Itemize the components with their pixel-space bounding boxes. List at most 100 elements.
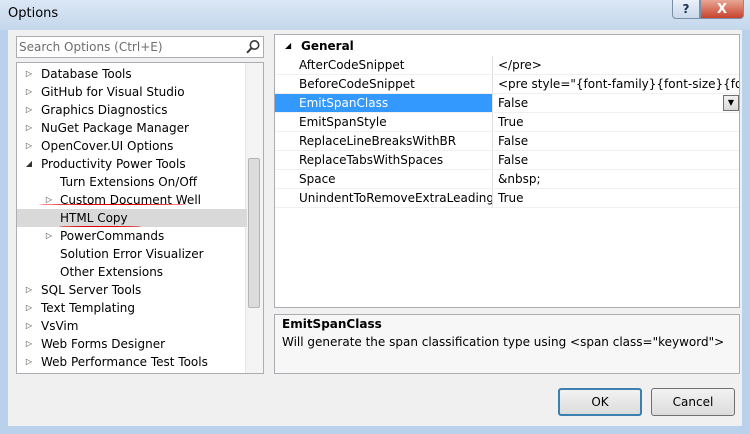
tree-item[interactable]: ▷ Text Templating bbox=[17, 299, 247, 317]
tree-item-label: Productivity Power Tools bbox=[41, 157, 186, 171]
property-name[interactable]: ReplaceLineBreaksWithBR bbox=[275, 132, 493, 151]
property-name[interactable]: AfterCodeSnippet bbox=[275, 56, 493, 75]
title-bar[interactable]: Options ? X bbox=[0, 0, 750, 30]
expand-arrow-icon[interactable]: ▷ bbox=[23, 137, 35, 155]
ok-button[interactable]: OK bbox=[558, 388, 642, 416]
expand-arrow-icon[interactable]: ▷ bbox=[23, 65, 35, 83]
expand-arrow-icon bbox=[43, 209, 55, 227]
property-value[interactable]: <pre style="{font-family}{font-size}{fon… bbox=[494, 75, 739, 94]
red-underline-annotation bbox=[39, 204, 187, 205]
search-input[interactable] bbox=[19, 39, 237, 55]
expand-arrow-icon[interactable]: ▷ bbox=[23, 371, 35, 373]
property-row[interactable]: EmitSpanClass False ▼ bbox=[275, 94, 739, 113]
tree-item[interactable]: ▷ Graphics Diagnostics bbox=[17, 101, 247, 119]
description-text: Will generate the span classification ty… bbox=[282, 335, 725, 349]
property-row[interactable]: ReplaceLineBreaksWithBR False bbox=[275, 132, 739, 151]
tree-item[interactable]: Turn Extensions On/Off bbox=[17, 173, 247, 191]
property-value[interactable]: True bbox=[494, 189, 739, 208]
property-grid[interactable]: ◢ General AfterCodeSnippet </pre> BeforeCo… bbox=[274, 34, 740, 308]
expand-arrow-icon bbox=[43, 245, 55, 263]
property-name[interactable]: ReplaceTabsWithSpaces bbox=[275, 151, 493, 170]
property-value[interactable]: False bbox=[494, 151, 739, 170]
tree-item[interactable]: ▷ Web Performance Test Tools bbox=[17, 353, 247, 371]
tree-item-label: SQL Server Tools bbox=[41, 283, 142, 297]
tree-item[interactable]: ▷ VsVim bbox=[17, 317, 247, 335]
search-box[interactable] bbox=[16, 36, 264, 58]
expand-arrow-icon[interactable]: ▷ bbox=[23, 335, 35, 353]
expand-arrow-icon[interactable]: ▷ bbox=[23, 299, 35, 317]
expand-arrow-icon[interactable]: ▷ bbox=[23, 353, 35, 371]
property-row[interactable]: EmitSpanStyle True bbox=[275, 113, 739, 132]
cancel-button[interactable]: Cancel bbox=[651, 388, 735, 416]
property-value[interactable]: True bbox=[494, 113, 739, 132]
tree-item[interactable]: Solution Error Visualizer bbox=[17, 245, 247, 263]
category-general[interactable]: ◢ General bbox=[275, 37, 739, 55]
tree-item[interactable]: ▷ OpenCover.UI Options bbox=[17, 137, 247, 155]
property-value[interactable]: </pre> bbox=[494, 56, 739, 75]
tree-item-label: GitHub for Visual Studio bbox=[41, 85, 185, 99]
tree-item-label: Turn Extensions On/Off bbox=[60, 175, 198, 189]
property-row[interactable]: Space &nbsp; bbox=[275, 170, 739, 189]
tree-item-label: Custom Document Well bbox=[60, 193, 201, 207]
tree-item-label: Web Performance Test Tools bbox=[41, 355, 208, 369]
tree-item[interactable]: ▷ SQL Server Tools bbox=[17, 281, 247, 299]
tree-item[interactable]: ▷ GitHub for Visual Studio bbox=[17, 83, 247, 101]
property-row[interactable]: BeforeCodeSnippet <pre style="{font-famil… bbox=[275, 75, 739, 94]
tree-item-label: VsVim bbox=[41, 319, 79, 333]
property-name[interactable]: EmitSpanStyle bbox=[275, 113, 493, 132]
property-row[interactable]: AfterCodeSnippet </pre> bbox=[275, 56, 739, 75]
tree-item[interactable]: ▷ Custom Document Well bbox=[17, 191, 247, 209]
property-value[interactable]: False bbox=[494, 94, 739, 113]
property-value[interactable]: &nbsp; bbox=[494, 170, 739, 189]
tree-item-label: Text Templating bbox=[41, 301, 136, 315]
property-row[interactable]: ReplaceTabsWithSpaces False bbox=[275, 151, 739, 170]
expanded-arrow-icon[interactable]: ◢ bbox=[23, 155, 35, 173]
help-button[interactable]: ? bbox=[672, 0, 700, 19]
tree-item-label: HTML Copy bbox=[60, 211, 128, 225]
tree-item-label: Windows Forms Designer bbox=[41, 371, 192, 373]
tree-scrollbar[interactable] bbox=[245, 63, 263, 373]
options-dialog: Options ? X ▷ Database Tools ▷ GitHub for V… bbox=[0, 0, 750, 434]
options-tree[interactable]: ▷ Database Tools ▷ GitHub for Visual Studio… bbox=[16, 62, 264, 374]
expand-arrow-icon[interactable]: ▷ bbox=[23, 83, 35, 101]
property-value[interactable]: False bbox=[494, 132, 739, 151]
tree-item[interactable]: ◢ Productivity Power Tools bbox=[17, 155, 247, 173]
tree-item-label: Other Extensions bbox=[60, 265, 164, 279]
expand-arrow-icon[interactable]: ▷ bbox=[43, 191, 55, 209]
expand-arrow-icon[interactable]: ▷ bbox=[23, 119, 35, 137]
expand-arrow-icon[interactable]: ▷ bbox=[43, 227, 55, 245]
search-icon[interactable] bbox=[245, 39, 261, 55]
expand-arrow-icon[interactable]: ▷ bbox=[23, 101, 35, 119]
tree-item[interactable]: ▷ Windows Forms Designer bbox=[17, 371, 247, 373]
tree-item-label: Graphics Diagnostics bbox=[41, 103, 168, 117]
dialog-body: ▷ Database Tools ▷ GitHub for Visual Studio… bbox=[8, 30, 742, 426]
tree-item-label: Solution Error Visualizer bbox=[60, 247, 204, 261]
tree-item-label: PowerCommands bbox=[60, 229, 165, 243]
description-panel: EmitSpanClass Will generate the span cla… bbox=[274, 314, 740, 374]
property-row[interactable]: UnindentToRemoveExtraLeadingWhitespaceTr… bbox=[275, 189, 739, 208]
property-name[interactable]: EmitSpanClass bbox=[275, 94, 493, 113]
tree-item[interactable]: ▷ PowerCommands bbox=[17, 227, 247, 245]
tree-item-label: Web Forms Designer bbox=[41, 337, 166, 351]
tree-item[interactable]: ▷ Database Tools bbox=[17, 65, 247, 83]
tree-item-label: Database Tools bbox=[41, 67, 132, 81]
tree-item[interactable]: ▷ Web Forms Designer bbox=[17, 335, 247, 353]
close-button[interactable]: X bbox=[700, 0, 744, 19]
scrollbar-thumb[interactable] bbox=[248, 158, 260, 308]
property-name[interactable]: UnindentToRemoveExtraLeadingWhitespace bbox=[275, 189, 493, 208]
property-name[interactable]: Space bbox=[275, 170, 493, 189]
expand-arrow-icon bbox=[43, 173, 55, 191]
property-name[interactable]: BeforeCodeSnippet bbox=[275, 75, 493, 94]
tree-item[interactable]: HTML Copy bbox=[17, 209, 247, 227]
tree-item[interactable]: ▷ NuGet Package Manager bbox=[17, 119, 247, 137]
dropdown-arrow-icon[interactable]: ▼ bbox=[723, 95, 739, 111]
expand-arrow-icon[interactable]: ▷ bbox=[23, 281, 35, 299]
tree-item[interactable]: Other Extensions bbox=[17, 263, 247, 281]
expand-arrow-icon bbox=[43, 263, 55, 281]
red-underline-annotation bbox=[59, 226, 141, 227]
tree-item-label: NuGet Package Manager bbox=[41, 121, 189, 135]
expand-arrow-icon[interactable]: ▷ bbox=[23, 317, 35, 335]
collapse-arrow-icon[interactable]: ◢ bbox=[285, 37, 291, 55]
category-label: General bbox=[301, 39, 354, 53]
window-title: Options bbox=[8, 6, 59, 21]
